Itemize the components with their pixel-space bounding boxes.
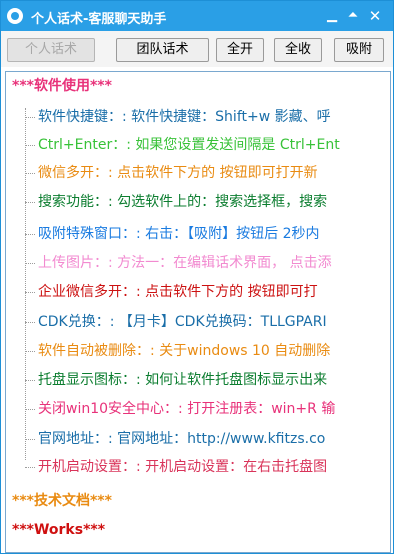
tree-item[interactable]: 开机启动设置：: 开机启动设置：在右击托盘图 — [25, 456, 327, 478]
collapse-button[interactable]: ⏶ — [344, 7, 362, 25]
app-window: 个人话术-客服聊天助手 ▁ ⏶ ✕ 个人话术 团队话术 全开 全收 吸附 ***… — [0, 0, 394, 554]
script-tree: ***软件使用*** 软件快捷键：: 软件快捷键：Shift+w 影藏、呼 Ct… — [5, 71, 391, 553]
window-title: 个人话术-客服聊天助手 — [31, 12, 167, 27]
expand-all-button[interactable]: 全开 — [216, 38, 264, 62]
tree-item[interactable]: Ctrl+Enter：: 如果您设置发送间隔是 Ctrl+Ent — [25, 134, 340, 156]
minimize-button[interactable]: ▁ — [323, 7, 341, 25]
tree-item[interactable]: CDK兑换：: 【月卡】CDK兑换码：TLLGPARI — [25, 311, 327, 333]
app-logo-icon — [7, 8, 23, 24]
tree-item[interactable]: 上传图片：: 方法一：在编辑话术界面， 点击添 — [25, 252, 332, 274]
tree-item[interactable]: 微信多开：: 点击软件下方的 按钮即可打开新 — [25, 162, 318, 184]
tab-team-scripts[interactable]: 团队话术 — [116, 38, 209, 62]
tree-item[interactable]: 官网地址：: 官网地址：http://www.kfitzs.co — [25, 428, 325, 450]
title-bar: 个人话术-客服聊天助手 ▁ ⏶ ✕ — [1, 1, 393, 31]
collapse-all-button[interactable]: 全收 — [274, 38, 322, 62]
category-software-usage[interactable]: ***软件使用*** — [12, 75, 112, 95]
category-works[interactable]: ***Works*** — [12, 522, 105, 538]
tree-item[interactable]: 企业微信多开：: 点击软件下方的 按钮即可打 — [25, 281, 318, 303]
tree-item[interactable]: 关闭win10安全中心：: 打开注册表：win+R 输 — [25, 398, 335, 420]
toolbar: 个人话术 团队话术 全开 全收 吸附 — [1, 31, 393, 67]
tree-item[interactable]: 软件快捷键：: 软件快捷键：Shift+w 影藏、呼 — [25, 106, 331, 128]
tab-personal-scripts[interactable]: 个人话术 — [7, 38, 95, 62]
tree-item[interactable]: 托盘显示图标：: 如何让软件托盘图标显示出来 — [25, 369, 327, 391]
tree-item[interactable]: 搜索功能：: 勾选软件上的：搜索选择框，搜索 — [25, 191, 327, 213]
tree-item[interactable]: 软件自动被删除：: 关于windows 10 自动删除 — [25, 340, 330, 362]
tree-item[interactable]: 吸附特殊窗口：: 右击：【吸附】按钮后 2秒内 — [25, 223, 320, 245]
attach-button[interactable]: 吸附 — [334, 38, 384, 62]
close-button[interactable]: ✕ — [366, 7, 384, 25]
category-tech-docs[interactable]: ***技术文档*** — [12, 490, 112, 510]
